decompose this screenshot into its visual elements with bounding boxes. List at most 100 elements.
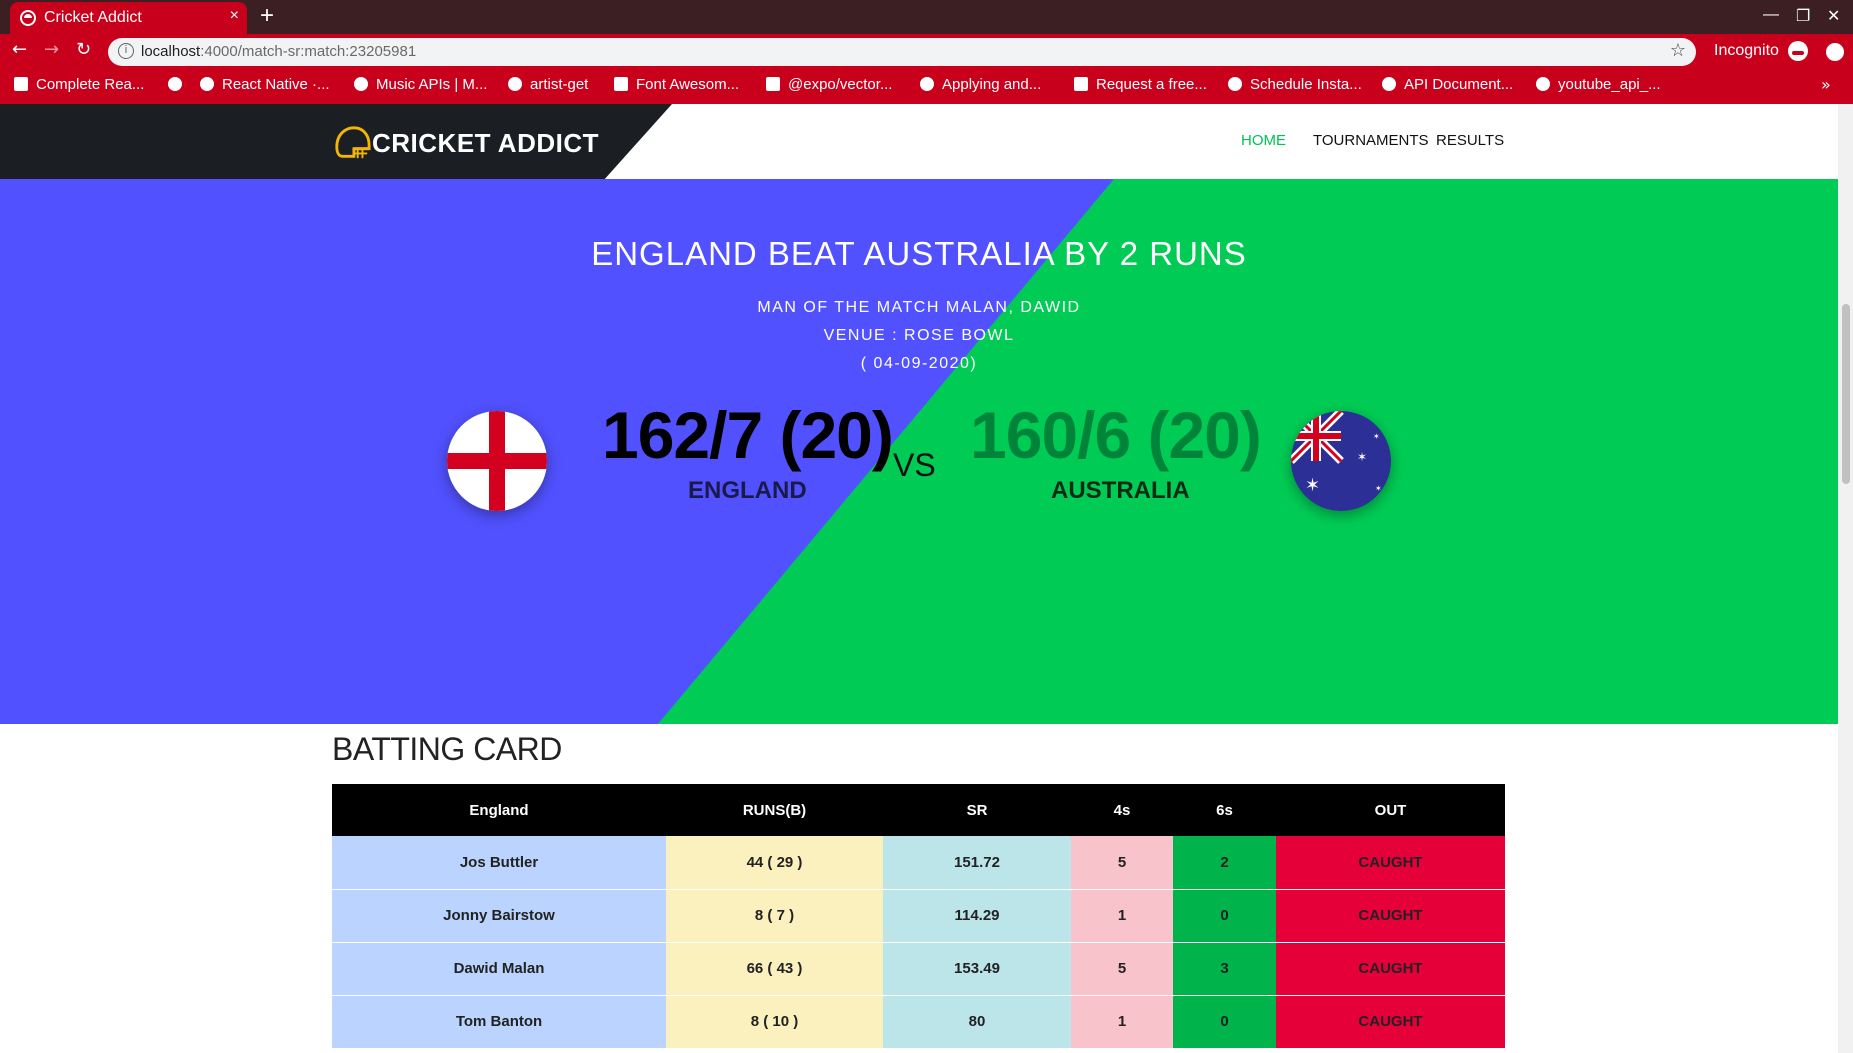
bookmark-item[interactable]: Request a free... xyxy=(1074,76,1207,93)
bookmark-label: artist-get xyxy=(530,76,589,93)
batter-strike-rate: 153.49 xyxy=(883,942,1071,996)
incognito-icon[interactable] xyxy=(1788,41,1808,61)
bookmark-item[interactable]: artist-get xyxy=(508,76,588,93)
bookmark-item[interactable]: youtube_api_... xyxy=(1536,76,1661,93)
url-path: :4000/match-sr:match:23205981 xyxy=(200,43,417,60)
batter-sixes: 2 xyxy=(1173,836,1276,890)
batter-fours: 5 xyxy=(1071,836,1173,890)
table-header-row: England RUNS(B) SR 4s 6s OUT xyxy=(332,784,1505,836)
address-bar[interactable]: i localhost:4000/match-sr:match:23205981… xyxy=(108,38,1696,66)
tab-title: Cricket Addict xyxy=(44,9,142,26)
team2-name: AUSTRALIA xyxy=(1051,477,1190,504)
close-window-icon[interactable]: ✕ xyxy=(1827,6,1840,26)
table-row: Dawid Malan 66 ( 43 ) 153.49 5 3 CAUGHT xyxy=(332,942,1505,996)
australia-flag-icon: ✶ ✶ ✶ ✶ xyxy=(1291,411,1391,511)
bookmark-favicon-icon xyxy=(1228,77,1242,91)
batter-dismissal: CAUGHT xyxy=(1276,995,1505,1049)
batter-runs: 8 ( 7 ) xyxy=(666,889,883,943)
batter-fours: 5 xyxy=(1071,942,1173,996)
site-header: CRICKET ADDICT HOME TOURNAMENTS RESULTS xyxy=(0,104,1838,179)
bookmarks-overflow-icon[interactable]: » xyxy=(1821,75,1831,94)
browser-toolbar: ← → ↻ i localhost:4000/match-sr:match:23… xyxy=(0,34,1853,70)
col-header-runs: RUNS(B) xyxy=(666,784,883,836)
react-icon xyxy=(200,77,214,91)
bookmark-item[interactable]: Schedule Insta... xyxy=(1228,76,1362,93)
bookmark-item[interactable]: Music APIs | M... xyxy=(354,76,487,93)
batter-dismissal: CAUGHT xyxy=(1276,889,1505,943)
batter-fours: 1 xyxy=(1071,889,1173,943)
tab-close-icon[interactable]: × xyxy=(230,7,239,25)
team1-score: 162/7 (20) xyxy=(602,398,894,472)
match-venue: VENUE : ROSE BOWL xyxy=(823,327,1015,344)
match-summary-banner: ENGLAND BEAT AUSTRALIA BY 2 RUNS MAN OF … xyxy=(0,179,1838,724)
man-of-the-match: MAN OF THE MATCH MALAN, DAWID xyxy=(757,299,1081,316)
reload-icon[interactable]: ↻ xyxy=(76,39,91,60)
browser-tab[interactable]: Cricket Addict × xyxy=(10,2,247,34)
nav-home[interactable]: HOME xyxy=(1241,132,1286,149)
cricket-helmet-icon xyxy=(335,126,371,159)
api-icon xyxy=(1382,77,1396,91)
incognito-label: Incognito xyxy=(1714,42,1779,59)
england-flag-icon xyxy=(447,411,547,511)
scrollbar-thumb[interactable] xyxy=(1842,304,1850,484)
bookmark-favicon-icon xyxy=(14,77,28,91)
batting-card-title: BATTING CARD xyxy=(332,731,562,767)
batting-table: England RUNS(B) SR 4s 6s OUT Jos Buttler… xyxy=(332,784,1505,1049)
expo-icon xyxy=(766,77,780,91)
bookmark-label: Schedule Insta... xyxy=(1250,76,1362,93)
nav-results[interactable]: RESULTS xyxy=(1436,132,1504,149)
bookmark-item[interactable] xyxy=(168,76,190,93)
col-header-sr: SR xyxy=(883,784,1071,836)
team2-score: 160/6 (20) xyxy=(970,398,1262,472)
restore-icon[interactable]: ❐ xyxy=(1796,6,1810,26)
table-row: Jos Buttler 44 ( 29 ) 151.72 5 2 CAUGHT xyxy=(332,836,1505,890)
batter-sixes: 0 xyxy=(1173,889,1276,943)
batter-dismissal: CAUGHT xyxy=(1276,836,1505,890)
col-header-sixes: 6s xyxy=(1173,784,1276,836)
match-result-title: ENGLAND BEAT AUSTRALIA BY 2 RUNS xyxy=(591,235,1247,272)
batter-dismissal: CAUGHT xyxy=(1276,942,1505,996)
batter-runs: 8 ( 10 ) xyxy=(666,995,883,1049)
bookmark-item[interactable]: API Document... xyxy=(1382,76,1513,93)
bookmark-label: Request a free... xyxy=(1096,76,1207,93)
browser-menu-icon[interactable] xyxy=(1826,43,1844,61)
page-scrollbar[interactable] xyxy=(1838,104,1853,1053)
back-arrow-icon[interactable]: ← xyxy=(12,39,27,60)
bookmark-label: @expo/vector... xyxy=(788,76,893,93)
batter-name: Jos Buttler xyxy=(332,836,666,890)
bookmark-label: React Native ·... xyxy=(222,76,330,93)
info-icon[interactable]: i xyxy=(118,43,134,59)
bookmark-item[interactable]: Font Awesom... xyxy=(614,76,739,93)
site-logo-text[interactable]: CRICKET ADDICT xyxy=(372,128,599,159)
batter-sixes: 0 xyxy=(1173,995,1276,1049)
col-header-team: England xyxy=(332,784,666,836)
bookmark-item[interactable]: Applying and... xyxy=(920,76,1041,93)
batter-runs: 66 ( 43 ) xyxy=(666,942,883,996)
bookmark-favicon-icon xyxy=(168,77,182,91)
bookmark-item[interactable]: React Native ·... xyxy=(200,76,330,93)
svg-text:✶: ✶ xyxy=(1305,475,1320,496)
forward-arrow-icon[interactable]: → xyxy=(44,39,59,60)
bookmark-favicon-icon xyxy=(1074,77,1088,91)
browser-tab-strip: Cricket Addict × + — ❐ ✕ xyxy=(0,0,1853,34)
match-date: ( 04-09-2020) xyxy=(860,355,978,372)
batter-runs: 44 ( 29 ) xyxy=(666,836,883,890)
bookmark-label: Music APIs | M... xyxy=(376,76,488,93)
batter-strike-rate: 80 xyxy=(883,995,1071,1049)
col-header-fours: 4s xyxy=(1071,784,1173,836)
bookmark-item[interactable]: @expo/vector... xyxy=(766,76,892,93)
bookmark-label: Complete Rea... xyxy=(36,76,145,93)
bookmark-item[interactable]: Complete Rea... xyxy=(14,76,144,93)
bookmark-label: Applying and... xyxy=(942,76,1042,93)
bookmark-star-icon[interactable]: ☆ xyxy=(1670,40,1686,61)
new-tab-button[interactable]: + xyxy=(260,2,274,30)
flag-icon xyxy=(614,77,628,91)
nav-tournaments[interactable]: TOURNAMENTS xyxy=(1313,132,1429,149)
github-icon xyxy=(1536,77,1550,91)
svg-text:✶: ✶ xyxy=(1373,432,1380,441)
bookmark-label: Font Awesom... xyxy=(636,76,740,93)
site-favicon-icon xyxy=(20,10,36,26)
url-host: localhost xyxy=(141,43,201,60)
minimize-icon[interactable]: — xyxy=(1763,6,1779,24)
bookmark-label: youtube_api_... xyxy=(1558,76,1661,93)
